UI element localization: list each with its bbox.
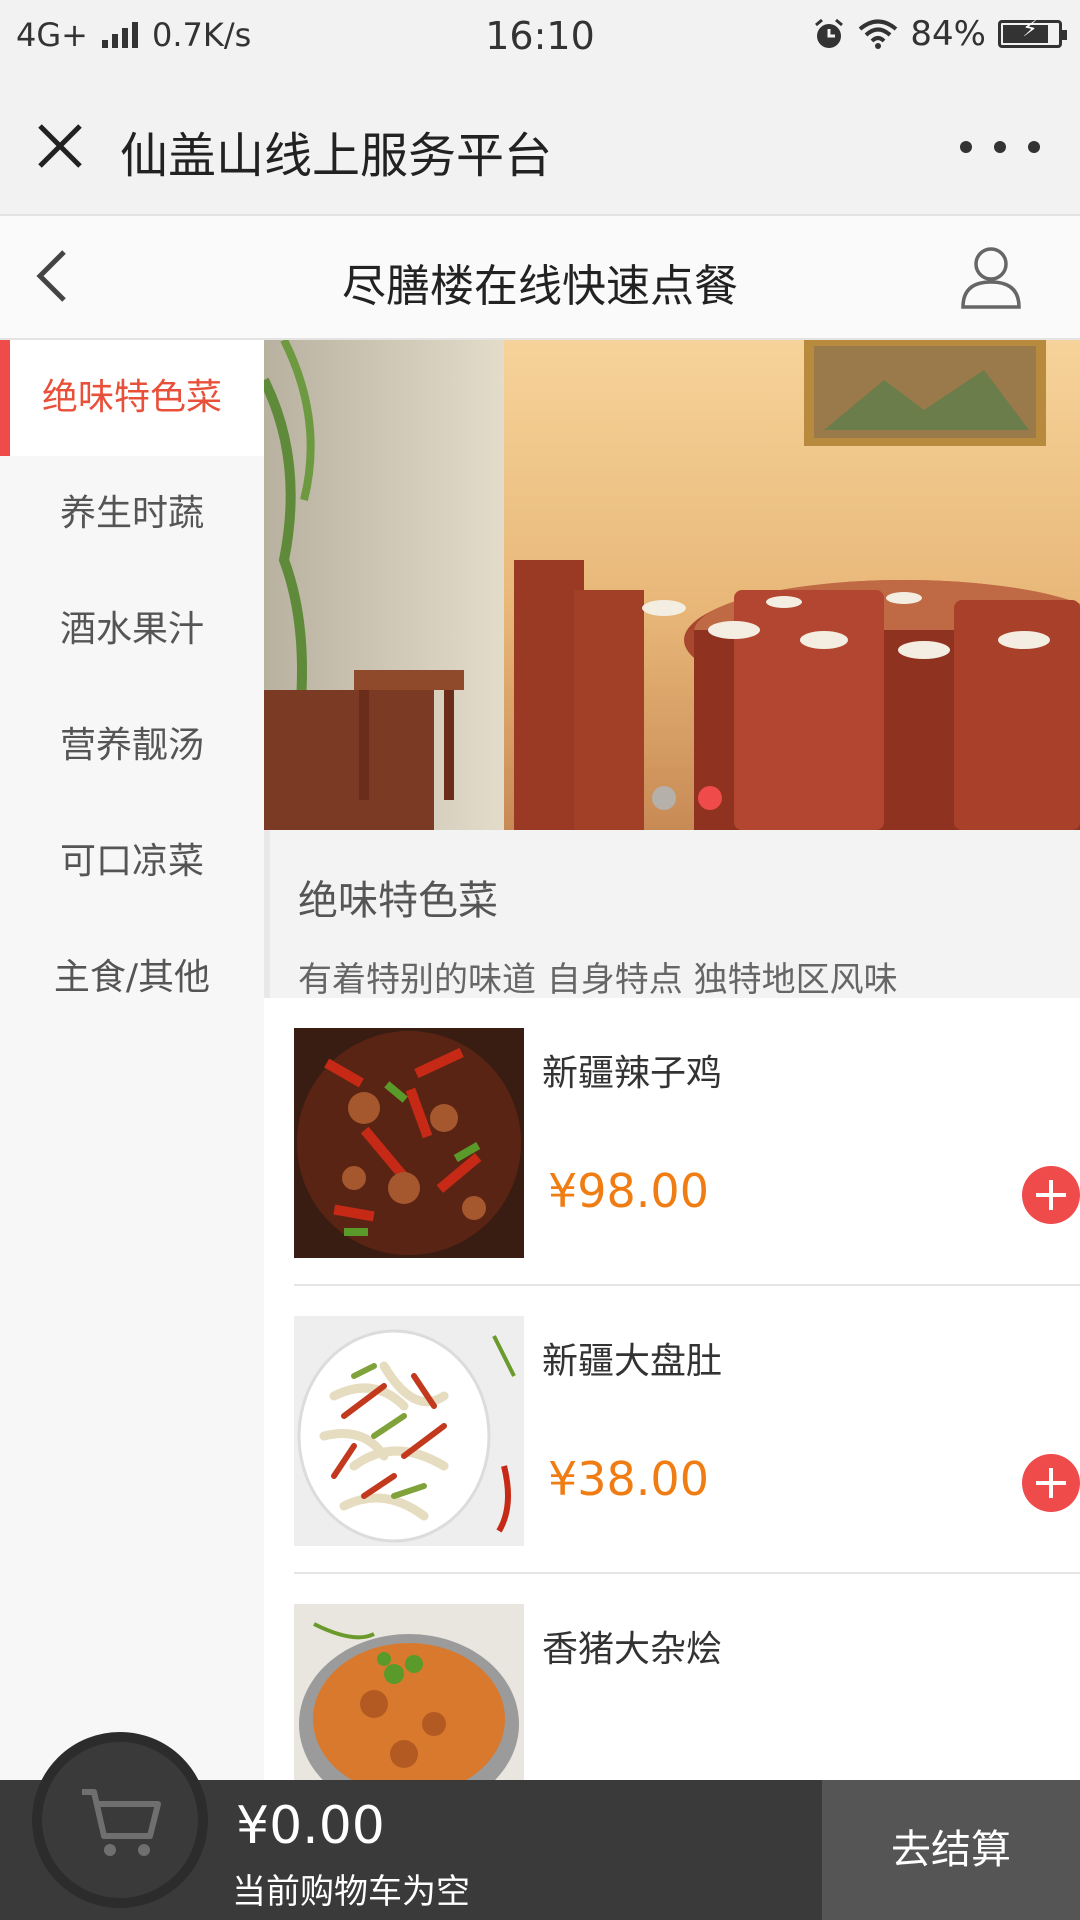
category-description: 有着特别的味道 自身特点 独特地区风味 — [298, 960, 898, 1000]
dish-item[interactable]: 新疆辣子鸡 ¥98.00 — [294, 998, 1080, 1286]
add-to-cart-button[interactable] — [1022, 1454, 1080, 1512]
sidebar-item-signature[interactable]: 绝味特色菜 — [0, 340, 264, 456]
alarm-icon — [815, 18, 844, 48]
wifi-icon — [859, 19, 898, 49]
user-icon[interactable] — [960, 244, 1022, 310]
sidebar-item-vegetables[interactable]: 养生时蔬 — [0, 456, 264, 572]
carousel-dots — [264, 786, 1080, 810]
cart-icon — [82, 1789, 161, 1856]
battery-percent: 84% — [910, 14, 986, 54]
close-icon[interactable] — [30, 116, 90, 176]
cart-total: ¥0.00 — [236, 1796, 385, 1856]
dish-image — [294, 1604, 524, 1780]
dish-item[interactable]: 新疆大盘肚 ¥38.00 — [294, 1286, 1080, 1574]
page-nav-bar: 尽膳楼在线快速点餐 — [0, 216, 1080, 340]
menu-main: 绝味特色菜 有着特别的味道 自身特点 独特地区风味 新疆辣子鸡 ¥98.00 新… — [264, 340, 1080, 1780]
status-bar: 4G+ 0.7K/s 16:10 84% ⚡ — [0, 0, 1080, 72]
banner-image — [264, 340, 1080, 830]
sidebar-item-drinks[interactable]: 酒水果汁 — [0, 572, 264, 688]
dish-name: 香猪大杂烩 — [542, 1629, 723, 1670]
checkout-button[interactable]: 去结算 — [822, 1780, 1080, 1920]
dish-name: 新疆大盘肚 — [542, 1341, 723, 1382]
add-to-cart-button[interactable] — [1022, 1166, 1080, 1224]
wechat-title: 仙盖山线上服务平台 — [120, 128, 553, 184]
category-name: 绝味特色菜 — [298, 878, 498, 924]
page-title: 尽膳楼在线快速点餐 — [342, 261, 738, 312]
category-sidebar: 绝味特色菜 养生时蔬 酒水果汁 营养靓汤 可口凉菜 主食/其他 — [0, 340, 264, 1780]
more-icon[interactable] — [960, 132, 1040, 162]
carousel-dot-1[interactable] — [652, 786, 676, 810]
carousel-dot-2[interactable] — [698, 786, 722, 810]
dish-name: 新疆辣子鸡 — [542, 1053, 723, 1094]
dish-price: ¥98.00 — [548, 1164, 709, 1218]
category-header: 绝味特色菜 有着特别的味道 自身特点 独特地区风味 — [264, 830, 1080, 1000]
dish-image — [294, 1316, 524, 1546]
sidebar-item-staples[interactable]: 主食/其他 — [0, 920, 264, 1036]
cart-button[interactable] — [32, 1732, 208, 1908]
status-right: 84% ⚡ — [812, 14, 1067, 54]
dish-image — [294, 1028, 524, 1258]
sidebar-item-soups[interactable]: 营养靓汤 — [0, 688, 264, 804]
sidebar-item-cold-dishes[interactable]: 可口凉菜 — [0, 804, 264, 920]
charging-icon: ⚡ — [1022, 17, 1038, 42]
wechat-title-bar: 仙盖山线上服务平台 — [0, 72, 1080, 216]
cart-status: 当前购物车为空 — [232, 1872, 470, 1912]
dish-item[interactable]: 香猪大杂烩 — [294, 1574, 1080, 1780]
battery-icon: ⚡ — [998, 17, 1067, 48]
dish-price: ¥38.00 — [548, 1452, 709, 1506]
banner-carousel[interactable] — [264, 340, 1080, 830]
